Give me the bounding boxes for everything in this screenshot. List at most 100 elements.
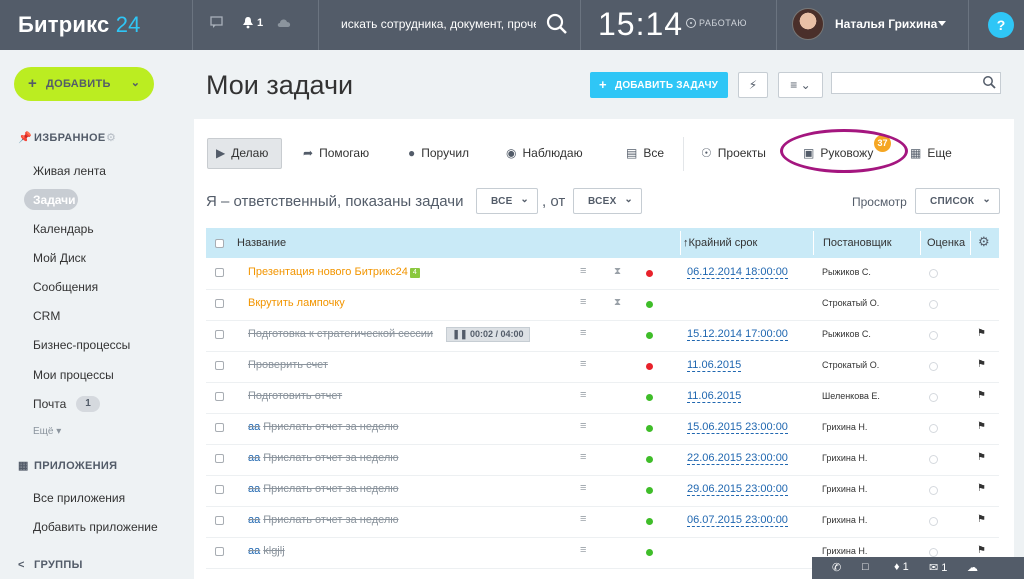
author-name[interactable]: Грихина Н. <box>822 422 867 432</box>
groups-title[interactable]: < ГРУППЫ <box>18 559 83 571</box>
tab-all[interactable]: ▤ Все <box>626 146 664 160</box>
rating-radio[interactable] <box>929 548 938 557</box>
rating-radio[interactable] <box>929 331 938 340</box>
apps-title[interactable]: ▦ ПРИЛОЖЕНИЯ <box>18 459 117 472</box>
sidebar-item-add-app[interactable]: Добавить приложение <box>33 520 158 534</box>
author-name[interactable]: Грихина Н. <box>822 515 867 525</box>
sidebar-item-messages[interactable]: Сообщения <box>33 280 98 294</box>
sidebar-item-crm[interactable]: CRM <box>33 309 60 323</box>
chat-icon[interactable] <box>210 16 223 29</box>
gear-icon[interactable]: ⚙ <box>978 234 990 250</box>
author-name[interactable]: Шеленкова Е. <box>822 391 880 401</box>
row-menu-icon[interactable]: ≡ <box>580 327 586 339</box>
lightning-button[interactable]: ⚡︎ <box>738 72 768 98</box>
search-input[interactable]: искать сотрудника, документ, проче <box>341 17 536 31</box>
author-name[interactable]: Строкатый О. <box>822 360 879 370</box>
author-name[interactable]: Грихина Н. <box>822 546 867 556</box>
add-button[interactable]: + ДОБАВИТЬ ⌄ <box>14 67 154 101</box>
deadline-link[interactable]: 11.06.2015 <box>687 390 742 403</box>
cloud-icon[interactable]: ☁ <box>967 561 978 574</box>
list-menu-button[interactable]: ≡ ⌄ <box>778 72 823 98</box>
row-checkbox[interactable] <box>215 454 224 463</box>
logo[interactable]: Битрикс 24 <box>18 12 141 38</box>
sidebar-item-live-feed[interactable]: Живая лента <box>33 164 106 178</box>
task-title[interactable]: аа Прислать отчет за неделю <box>248 483 399 495</box>
task-title[interactable]: аа Прислать отчет за неделю <box>248 514 399 526</box>
row-checkbox[interactable] <box>215 516 224 525</box>
author-select[interactable]: ВСЕХ ⌄ <box>573 188 642 214</box>
task-title[interactable]: аа klgjlj <box>248 545 285 557</box>
row-menu-icon[interactable]: ≡ <box>580 265 586 277</box>
sidebar-more-link[interactable]: Ещё ▾ <box>33 426 61 437</box>
sidebar-item-business-processes[interactable]: Бизнес-процессы <box>33 338 130 352</box>
rating-radio[interactable] <box>929 486 938 495</box>
rating-radio[interactable] <box>929 269 938 278</box>
row-menu-icon[interactable]: ≡ <box>580 389 586 401</box>
author-name[interactable]: Строкатый О. <box>822 298 879 308</box>
search-icon[interactable] <box>545 12 569 36</box>
phone-icon[interactable]: ✆ <box>832 561 841 574</box>
column-name[interactable]: Название <box>237 237 286 249</box>
row-menu-icon[interactable]: ≡ <box>580 420 586 432</box>
column-rating[interactable]: Оценка <box>927 237 965 249</box>
rating-radio[interactable] <box>929 424 938 433</box>
row-checkbox[interactable] <box>215 547 224 556</box>
rating-radio[interactable] <box>929 517 938 526</box>
bell-icon[interactable]: ♦ 1 <box>894 561 909 573</box>
sidebar-item-tasks[interactable]: Задачи <box>33 193 76 207</box>
row-menu-icon[interactable]: ≡ <box>580 482 586 494</box>
column-author[interactable]: Постановщик <box>823 237 892 249</box>
task-title[interactable]: Презентация нового Битрикс24 4 <box>248 266 420 278</box>
row-menu-icon[interactable]: ≡ <box>580 513 586 525</box>
row-checkbox[interactable] <box>215 392 224 401</box>
sidebar-item-mail[interactable]: Почта <box>33 397 66 411</box>
sidebar-item-drive[interactable]: Мой Диск <box>33 251 86 265</box>
deadline-link[interactable]: 11.06.2015 <box>687 359 742 372</box>
deadline-link[interactable]: 06.07.2015 23:00:00 <box>687 514 788 527</box>
sidebar-item-calendar[interactable]: Календарь <box>33 222 94 236</box>
work-status[interactable]: РАБОТАЮ <box>686 18 747 28</box>
row-menu-icon[interactable]: ≡ <box>580 358 586 370</box>
chevron-down-icon[interactable] <box>938 21 946 26</box>
row-checkbox[interactable] <box>215 299 224 308</box>
help-button[interactable]: ? <box>988 12 1014 38</box>
row-checkbox[interactable] <box>215 423 224 432</box>
select-all-checkbox[interactable] <box>215 239 224 248</box>
clock[interactable]: 15:14 <box>598 6 683 43</box>
deadline-link[interactable]: 15.12.2014 17:00:00 <box>687 328 788 341</box>
deadline-link[interactable]: 29.06.2015 23:00:00 <box>687 483 788 496</box>
add-task-button[interactable]: + ДОБАВИТЬ ЗАДАЧУ <box>590 72 728 98</box>
row-menu-icon[interactable]: ≡ <box>580 451 586 463</box>
tab-doing[interactable]: ▶ Делаю <box>216 146 268 160</box>
column-deadline[interactable]: ↑Крайний срок <box>683 237 757 249</box>
tab-assigned[interactable]: ● Поручил <box>408 146 469 160</box>
deadline-link[interactable]: 22.06.2015 23:00:00 <box>687 452 788 465</box>
row-menu-icon[interactable]: ≡ <box>580 296 586 308</box>
search-icon[interactable] <box>982 75 996 89</box>
avatar[interactable] <box>792 8 824 40</box>
task-title[interactable]: Вкрутить лампочку <box>248 297 345 309</box>
task-filter-input[interactable] <box>831 72 1001 94</box>
sidebar-item-all-apps[interactable]: Все приложения <box>33 491 125 505</box>
author-name[interactable]: Рыжиков С. <box>822 267 871 277</box>
task-title[interactable]: Подготовка к стратегической сессии <box>248 328 433 340</box>
rating-radio[interactable] <box>929 455 938 464</box>
rating-radio[interactable] <box>929 300 938 309</box>
user-name[interactable]: Наталья Грихина <box>835 17 937 31</box>
tab-projects[interactable]: ☉ Проекты <box>701 146 766 160</box>
task-title[interactable]: аа Прислать отчет за неделю <box>248 452 399 464</box>
author-name[interactable]: Грихина Н. <box>822 453 867 463</box>
sidebar-item-my-processes[interactable]: Мои процессы <box>33 368 114 382</box>
rating-radio[interactable] <box>929 362 938 371</box>
task-title[interactable]: Подготовить отчет <box>248 390 342 402</box>
favorites-title[interactable]: 📌 ИЗБРАННОЕ <box>18 131 106 144</box>
row-checkbox[interactable] <box>215 330 224 339</box>
row-menu-icon[interactable]: ≡ <box>580 544 586 556</box>
gear-icon[interactable]: ⚙ <box>106 131 116 144</box>
chat-icon[interactable]: □ <box>862 561 869 573</box>
task-title[interactable]: аа Прислать отчет за неделю <box>248 421 399 433</box>
global-search[interactable]: искать сотрудника, документ, проче <box>330 0 580 50</box>
view-select[interactable]: СПИСОК ⌄ <box>915 188 1000 214</box>
cloud-icon[interactable] <box>276 16 292 28</box>
timer-badge[interactable]: ❚❚ 00:02 / 04:00 <box>446 327 530 342</box>
